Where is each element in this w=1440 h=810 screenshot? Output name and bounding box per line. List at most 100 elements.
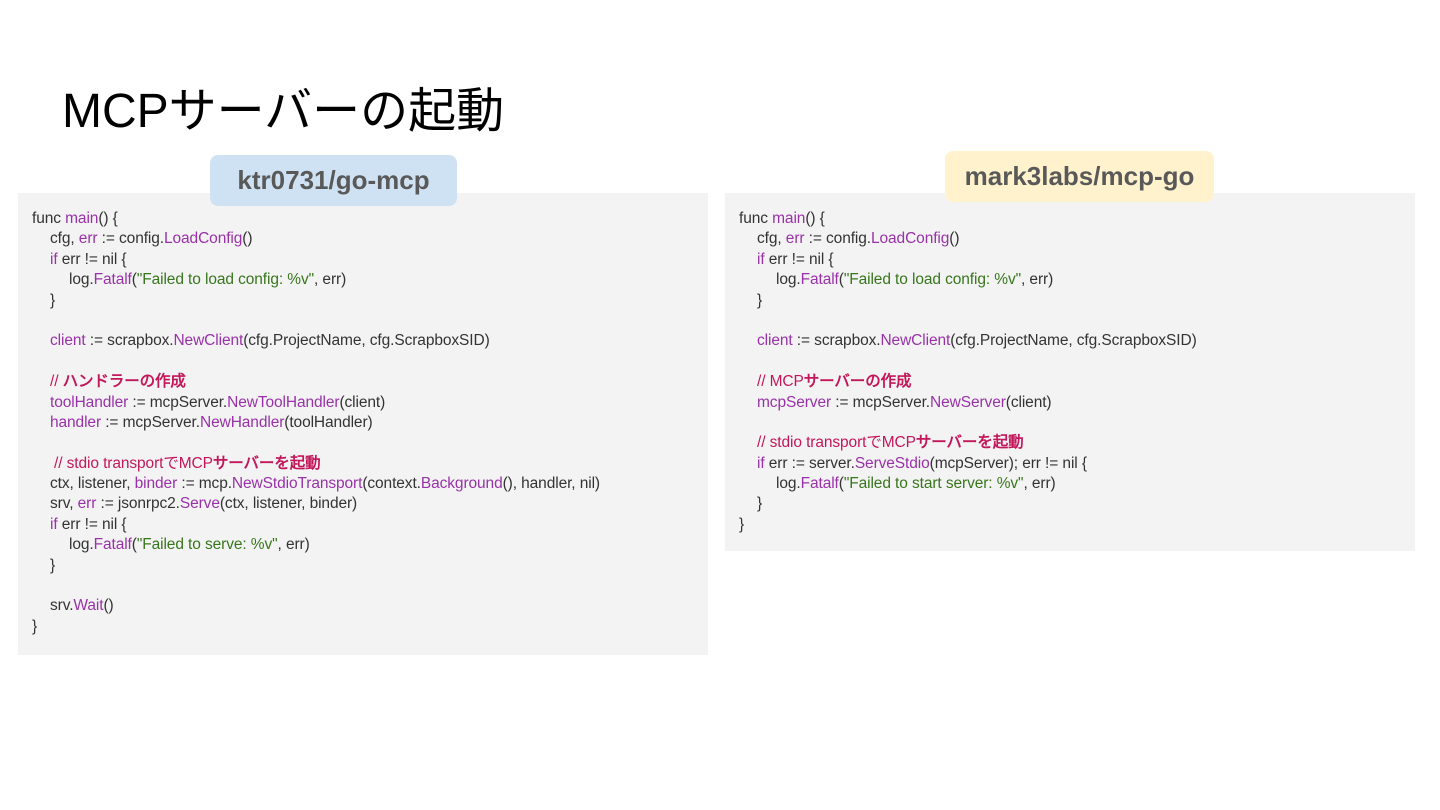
code-token: main — [772, 210, 806, 227]
code-token: Fatalf — [93, 271, 132, 289]
code-token: cfg, — [50, 230, 79, 248]
code-token: main — [65, 210, 99, 227]
code-token: mcpServer — [757, 393, 832, 411]
code-token: log. — [69, 271, 94, 289]
code-line: cfg, err := config.LoadConfig() — [739, 229, 1401, 249]
code-token: "Failed to start server: %v" — [843, 475, 1024, 493]
code-token: err != nil { — [57, 250, 127, 268]
code-token: (), handler, nil) — [502, 475, 600, 493]
code-token: Fatalf — [800, 475, 839, 493]
code-line: if err != nil { — [32, 250, 694, 270]
code-token: err := server. — [764, 454, 855, 472]
code-token: NewClient — [880, 332, 951, 350]
code-token: () { — [98, 210, 118, 227]
code-token: (ctx, listener, binder) — [219, 495, 358, 513]
code-token: err — [77, 495, 97, 513]
code-token: Fatalf — [800, 271, 839, 289]
code-token: log. — [776, 271, 801, 289]
code-token: := mcpServer. — [128, 393, 228, 411]
code-token: NewToolHandler — [227, 393, 340, 411]
code-token: NewClient — [173, 332, 244, 350]
code-panel-go-mcp: func main() { cfg, err := config.LoadCon… — [18, 193, 708, 655]
code-token: (client) — [1005, 393, 1052, 411]
code-token: srv, — [50, 495, 78, 513]
code-line: func main() { — [739, 209, 1401, 229]
code-token: サーバーを起動 — [915, 434, 1024, 452]
code-token: toolHandler — [50, 393, 129, 411]
code-line: } — [32, 291, 694, 311]
code-token: (client) — [339, 393, 386, 411]
code-token: srv. — [50, 597, 74, 615]
code-token: LoadConfig — [164, 230, 243, 248]
code-token: } — [32, 617, 38, 635]
code-comment: // MCPサーバーの作成 — [739, 372, 1401, 392]
code-token: () { — [805, 210, 825, 227]
code-token: ハンドラーの作成 — [62, 373, 186, 391]
code-line: ctx, listener, binder := mcp.NewStdioTra… — [32, 474, 694, 494]
code-token: NewHandler — [199, 413, 285, 431]
code-line: if err := server.ServeStdio(mcpServer); … — [739, 454, 1401, 474]
code-token: log. — [69, 536, 94, 554]
code-token: } — [50, 556, 56, 574]
code-line: if err != nil { — [739, 250, 1401, 270]
code-token: "Failed to load config: %v" — [136, 271, 315, 289]
code-token: } — [757, 291, 763, 309]
code-token: (context. — [362, 475, 421, 493]
repo-badge-go-mcp: ktr0731/go-mcp — [210, 155, 457, 206]
code-line: } — [32, 617, 694, 637]
code-panel-mcp-go: func main() { cfg, err := config.LoadCon… — [725, 193, 1415, 551]
code-token: } — [757, 495, 763, 513]
code-token: := jsonrpc2. — [96, 495, 180, 513]
code-line: log.Fatalf("Failed to start server: %v",… — [739, 474, 1401, 494]
repo-badge-mcp-go: mark3labs/mcp-go — [945, 151, 1214, 202]
code-comment: // ハンドラーの作成 — [32, 372, 694, 392]
slide-title: MCPサーバーの起動 — [62, 85, 505, 138]
code-token: } — [739, 515, 745, 533]
code-token: Wait — [73, 597, 104, 615]
code-token: // stdio transportでMCP — [757, 434, 916, 452]
code-token: () — [103, 597, 114, 615]
code-line: client := scrapbox.NewClient(cfg.Project… — [32, 331, 694, 351]
code-line: } — [739, 494, 1401, 514]
code-token: client — [757, 332, 793, 350]
code-token: if — [50, 515, 58, 533]
code-token: cfg, — [757, 230, 786, 248]
code-token: ctx, listener, — [50, 475, 135, 493]
code-token: サーバーを起動 — [212, 454, 321, 472]
code-token: := scrapbox. — [792, 332, 881, 350]
code-line: cfg, err := config.LoadConfig() — [32, 229, 694, 249]
code-token: err — [78, 230, 98, 248]
code-token: "Failed to load config: %v" — [843, 271, 1022, 289]
code-token: if — [757, 250, 765, 268]
code-line: log.Fatalf("Failed to load config: %v", … — [32, 270, 694, 290]
code-token: サーバーの作成 — [803, 373, 912, 391]
code-token: handler — [50, 413, 102, 431]
code-token: // — [50, 373, 63, 391]
code-line: mcpServer := mcpServer.NewServer(client) — [739, 393, 1401, 413]
code-token: binder — [134, 475, 178, 493]
code-token: } — [50, 291, 56, 309]
code-token: (toolHandler) — [284, 413, 373, 431]
code-line: log.Fatalf("Failed to load config: %v", … — [739, 270, 1401, 290]
code-token: func — [739, 210, 773, 227]
code-token: := mcpServer. — [831, 393, 931, 411]
code-token: (cfg.ProjectName, cfg.ScrapboxSID) — [950, 332, 1197, 350]
code-line: } — [32, 556, 694, 576]
code-token: := config. — [97, 230, 164, 248]
code-token: (mcpServer); err != nil { — [929, 454, 1087, 472]
code-token: := mcpServer. — [101, 413, 200, 431]
code-line: if err != nil { — [32, 515, 694, 535]
code-token: err != nil { — [764, 250, 834, 268]
code-line: handler := mcpServer.NewHandler(toolHand… — [32, 413, 694, 433]
code-token: Fatalf — [93, 536, 132, 554]
code-token: err != nil { — [57, 515, 127, 533]
code-token: := mcp. — [177, 475, 232, 493]
code-token: // stdio transportでMCP — [54, 454, 213, 472]
code-token: , err) — [314, 271, 347, 289]
